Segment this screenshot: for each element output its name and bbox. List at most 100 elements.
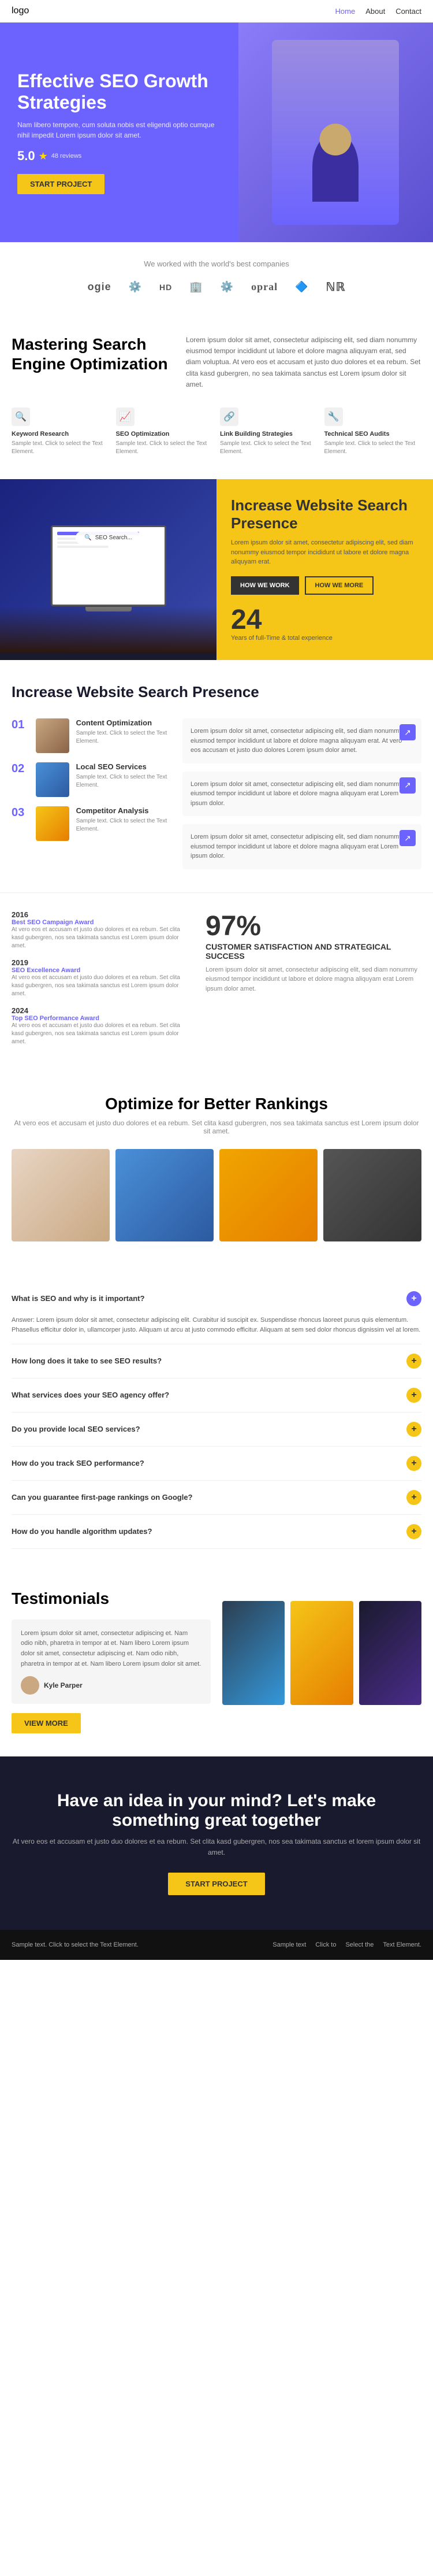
award-desc-2: At vero eos et accusam et justo duo dolo…	[12, 974, 188, 998]
partner-logo-3: HD	[159, 283, 172, 292]
service-list-item-2: 02 Local SEO Services Sample text. Click…	[12, 762, 171, 797]
optimize-subtitle: At vero eos et accusam et justo duo dolo…	[12, 1119, 421, 1135]
partner-logo-7: 🔷	[295, 281, 308, 293]
footer-link-2[interactable]: Click to	[315, 1941, 336, 1948]
hero-section: Effective SEO Growth Strategies Nam libe…	[0, 23, 433, 242]
faq-question-text-2: How long does it take to see SEO results…	[12, 1356, 162, 1365]
service-list-name-2: Local SEO Services	[76, 762, 171, 771]
faq-toggle-5: +	[406, 1456, 421, 1471]
laptop-visual: 🔍 SEO Search...	[0, 479, 216, 653]
testimonial-text-1: Lorem ipsum dolor sit amet, consectetur …	[21, 1629, 201, 1669]
service-item-1: 🔍 Keyword Research Sample text. Click to…	[12, 407, 109, 456]
faq-toggle-2: +	[406, 1354, 421, 1369]
rating-number: 5.0	[17, 149, 35, 164]
footer-link-3[interactable]: Select the	[345, 1941, 374, 1948]
years-count-display: 24 Years of full-Time & total experience	[231, 606, 419, 643]
service-desc-2: Sample text. Click to select the Text El…	[116, 440, 214, 456]
award-year-2: 2019	[12, 958, 188, 967]
award-name-2: SEO Excellence Award	[12, 967, 188, 974]
card-arrow-icon-3: ↗	[400, 830, 416, 846]
awards-section: 2016 Best SEO Campaign Award At vero eos…	[0, 892, 433, 1072]
faq-item-6: Can you guarantee first-page rankings on…	[12, 1481, 421, 1515]
faq-item-2: How long does it take to see SEO results…	[12, 1344, 421, 1378]
services-list-right: Lorem ipsum dolor sit amet, consectetur …	[182, 718, 421, 869]
nav-about[interactable]: About	[365, 7, 385, 16]
increase2-section: Increase Website Search Presence 01 Cont…	[0, 660, 433, 892]
years-label: Years of full-Time & total experience	[231, 634, 419, 643]
footer-link-4[interactable]: Text Element.	[383, 1941, 421, 1948]
partner-logo-2: ⚙️	[129, 281, 142, 293]
how-we-more-button[interactable]: HOW WE MORE	[305, 576, 374, 595]
faq-question-5[interactable]: How do you track SEO performance? +	[12, 1447, 421, 1480]
faq-item-3: What services does your SEO agency offer…	[12, 1378, 421, 1413]
star-icon: ★	[39, 150, 48, 162]
search-overlay: 🔍 SEO Search...	[75, 531, 141, 544]
optimize-img-3	[219, 1149, 318, 1241]
how-we-work-button[interactable]: HOW WE WORK	[231, 576, 299, 595]
link-icon: 🔗	[220, 407, 238, 426]
card-arrow-icon-1: ↗	[400, 724, 416, 740]
faq-answer-1: Answer: Lorem ipsum dolor sit amet, cons…	[12, 1315, 421, 1344]
faq-toggle-4: +	[406, 1422, 421, 1437]
award-year-3: 2024	[12, 1006, 188, 1015]
view-more-button[interactable]: VIEW MORE	[12, 1713, 81, 1733]
footer-link-1[interactable]: Sample text	[273, 1941, 306, 1948]
faq-toggle-3: +	[406, 1388, 421, 1403]
faq-question-3[interactable]: What services does your SEO agency offer…	[12, 1378, 421, 1412]
mastering-title: Mastering Search Engine Optimization	[12, 335, 169, 373]
faq-question-4[interactable]: Do you provide local SEO services? +	[12, 1413, 421, 1446]
service-list-desc-2: Sample text. Click to select the Text El…	[76, 773, 171, 790]
award-item-3: 2024 Top SEO Performance Award At vero e…	[12, 1006, 188, 1046]
hero-left: Effective SEO Growth Strategies Nam libe…	[0, 23, 238, 242]
stat-title: CUSTOMER SATISFACTION AND STRATEGICAL SU…	[206, 942, 421, 961]
service-img-1	[36, 718, 69, 753]
faq-question-6[interactable]: Can you guarantee first-page rankings on…	[12, 1481, 421, 1514]
faq-toggle-7: +	[406, 1524, 421, 1539]
nav-logo: logo	[12, 6, 29, 16]
faq-item-1: What is SEO and why is it important? + A…	[12, 1282, 421, 1344]
service-card-3: Lorem ipsum dolor sit amet, consectetur …	[182, 824, 421, 869]
cta-section: Have an idea in your mind? Let's make so…	[0, 1756, 433, 1929]
faq-question-1[interactable]: What is SEO and why is it important? +	[12, 1282, 421, 1315]
cta-title: Have an idea in your mind? Let's make so…	[12, 1791, 421, 1830]
author-name-1: Kyle Parper	[44, 1681, 83, 1689]
increase-banner-desc: Lorem ipsum dolor sit amet, consectetur …	[231, 538, 419, 567]
testimonial-author-1: Kyle Parper	[21, 1676, 201, 1695]
hero-title: Effective SEO Growth Strategies	[17, 71, 221, 113]
mastering-services: 🔍 Keyword Research Sample text. Click to…	[12, 407, 421, 456]
partners-section: We worked with the world's best companie…	[0, 242, 433, 312]
testimonial-img-1	[222, 1601, 285, 1705]
faq-question-text-7: How do you handle algorithm updates?	[12, 1527, 152, 1536]
increase-banner-buttons: HOW WE WORK HOW WE MORE	[231, 576, 419, 595]
faq-item-5: How do you track SEO performance? +	[12, 1447, 421, 1481]
service-name-1: Keyword Research	[12, 431, 109, 438]
audit-icon: 🔧	[324, 407, 343, 426]
testimonial-left: Testimonials Lorem ipsum dolor sit amet,…	[12, 1589, 211, 1733]
increase-banner-right: Increase Website Search Presence Lorem i…	[216, 479, 433, 660]
testimonial-right	[222, 1589, 421, 1705]
award-desc-3: At vero eos et accusam et justo duo dolo…	[12, 1022, 188, 1046]
hero-cta-button[interactable]: START PROJECT	[17, 174, 104, 194]
cta-button[interactable]: START PROJECT	[168, 1873, 264, 1895]
service-content-3: Competitor Analysis Sample text. Click t…	[76, 806, 171, 833]
optimize-img-2	[115, 1149, 214, 1241]
service-desc-1: Sample text. Click to select the Text El…	[12, 440, 109, 456]
optimize-img-4	[323, 1149, 421, 1241]
service-list-item-3: 03 Competitor Analysis Sample text. Clic…	[12, 806, 171, 841]
faq-question-7[interactable]: How do you handle algorithm updates? +	[12, 1515, 421, 1548]
service-content-2: Local SEO Services Sample text. Click to…	[76, 762, 171, 790]
footer-copy: Sample text. Click to select the Text El…	[12, 1941, 139, 1948]
faq-question-text-6: Can you guarantee first-page rankings on…	[12, 1493, 193, 1502]
footer-links: Sample text Click to Select the Text Ele…	[273, 1941, 421, 1948]
service-name-4: Technical SEO Audits	[324, 431, 422, 438]
nav-contact[interactable]: Contact	[395, 7, 421, 16]
faq-question-2[interactable]: How long does it take to see SEO results…	[12, 1344, 421, 1378]
faq-item-7: How do you handle algorithm updates? +	[12, 1515, 421, 1549]
award-item-1: 2016 Best SEO Campaign Award At vero eos…	[12, 910, 188, 950]
services-list-left: 01 Content Optimization Sample text. Cli…	[12, 718, 171, 869]
optimize-img-1	[12, 1149, 110, 1241]
nav-home[interactable]: Home	[335, 7, 356, 16]
award-name-3: Top SEO Performance Award	[12, 1015, 188, 1022]
service-list-name-1: Content Optimization	[76, 718, 171, 727]
mastering-desc: Lorem ipsum dolor sit amet, consectetur …	[186, 335, 421, 390]
